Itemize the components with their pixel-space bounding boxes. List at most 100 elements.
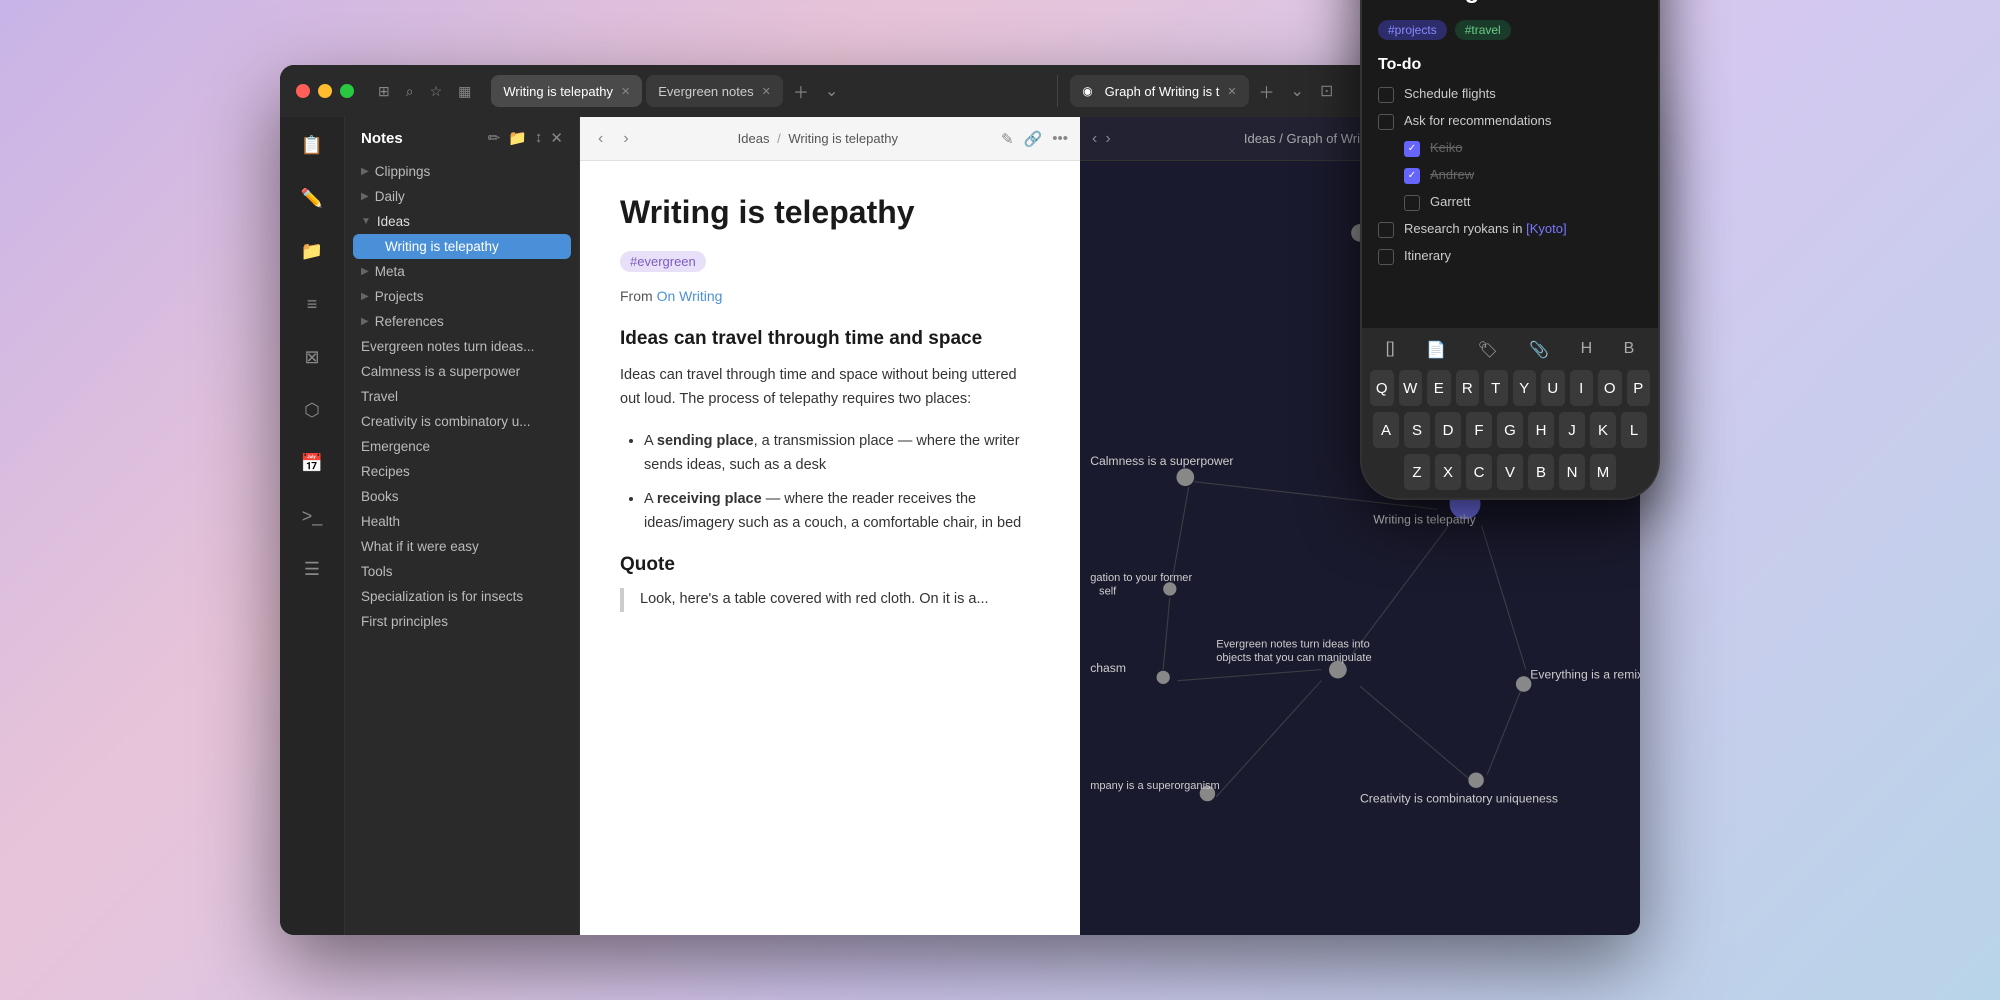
sidebar-item-ideas[interactable]: ▼ Ideas (345, 209, 579, 234)
key-r[interactable]: R (1456, 370, 1480, 406)
format-doc-btn[interactable]: 📄 (1418, 336, 1454, 364)
sort-action[interactable]: ↕ (535, 129, 543, 147)
format-bracket-btn[interactable]: [] (1378, 336, 1403, 364)
tab-evergreen-notes[interactable]: Evergreen notes ✕ (646, 75, 783, 107)
list-icon[interactable]: ☰ (298, 553, 326, 586)
list-item-evergreen[interactable]: Evergreen notes turn ideas... (345, 334, 579, 359)
list-item-creativity[interactable]: Creativity is combinatory u... (345, 409, 579, 434)
key-e[interactable]: E (1427, 370, 1451, 406)
key-y[interactable]: Y (1513, 370, 1537, 406)
key-o[interactable]: O (1598, 370, 1622, 406)
key-d[interactable]: D (1435, 412, 1461, 448)
key-j[interactable]: J (1559, 412, 1585, 448)
graph-forward-button[interactable]: › (1105, 130, 1110, 148)
tab-close-graph-icon[interactable]: ✕ (1227, 85, 1236, 98)
breadcrumb-parent[interactable]: Ideas (738, 131, 770, 146)
list-item-travel[interactable]: Travel (345, 384, 579, 409)
fullscreen-button[interactable] (340, 84, 354, 98)
list-item-what-if[interactable]: What if it were easy (345, 534, 579, 559)
todo-checkbox-andrew[interactable]: ✓ (1404, 168, 1420, 184)
sort-icon[interactable]: ≡ (301, 288, 324, 321)
list-item-health[interactable]: Health (345, 509, 579, 534)
node-calmness[interactable] (1176, 468, 1194, 486)
list-item-emergence[interactable]: Emergence (345, 434, 579, 459)
list-item-recipes[interactable]: Recipes (345, 459, 579, 484)
minimize-button[interactable] (318, 84, 332, 98)
todo-item-andrew[interactable]: ✓ Andrew (1404, 167, 1642, 184)
search-icon[interactable]: ⌕ (406, 83, 414, 100)
key-q[interactable]: Q (1370, 370, 1394, 406)
key-k[interactable]: K (1590, 412, 1616, 448)
format-tag-btn[interactable]: 🏷 (1469, 336, 1505, 364)
sidebar-toggle-icon[interactable]: ⊞ (378, 83, 390, 100)
sidebar-item-references[interactable]: ▶ References (345, 309, 579, 334)
key-c[interactable]: C (1466, 454, 1492, 490)
format-attach-btn[interactable]: 📎 (1521, 336, 1557, 364)
terminal-icon[interactable]: >_ (296, 500, 329, 533)
todo-checkbox-garrett[interactable] (1404, 195, 1420, 211)
node-former-self[interactable] (1163, 582, 1176, 595)
todo-item-ryokans[interactable]: Research ryokans in [Kyoto] (1378, 221, 1642, 238)
key-h[interactable]: H (1528, 412, 1554, 448)
key-n[interactable]: N (1559, 454, 1585, 490)
tab-chevron-icon[interactable]: ⌄ (819, 77, 844, 105)
node-creativity[interactable] (1468, 772, 1483, 787)
list-item-first-principles[interactable]: First principles (345, 609, 579, 634)
key-u[interactable]: U (1541, 370, 1565, 406)
graph-panel-toggle[interactable]: ⊡ (1314, 77, 1339, 105)
key-g[interactable]: G (1497, 412, 1523, 448)
graph-tab-chevron[interactable]: ⌄ (1285, 77, 1310, 105)
todo-item-keiko[interactable]: ✓ Keiko (1404, 140, 1642, 157)
key-s[interactable]: S (1404, 412, 1430, 448)
new-note-action[interactable]: ✏ (488, 129, 501, 147)
tab-writing-telepathy[interactable]: Writing is telepathy ✕ (491, 75, 642, 107)
phone-content[interactable]: 2023 Japan Trip Planning #projects #trav… (1362, 0, 1658, 328)
graph-back-button[interactable]: ‹ (1092, 130, 1097, 148)
link-icon[interactable]: 🔗 (1024, 130, 1043, 148)
key-p[interactable]: P (1627, 370, 1651, 406)
bookmark-icon[interactable]: ☆ (430, 83, 443, 100)
sidebar-item-daily[interactable]: ▶ Daily (345, 184, 579, 209)
sidebar-item-projects[interactable]: ▶ Projects (345, 284, 579, 309)
key-a[interactable]: A (1373, 412, 1399, 448)
folder-icon[interactable]: 📁 (295, 235, 329, 268)
todo-checkbox-recommendations[interactable] (1378, 114, 1394, 130)
graph-tab-add[interactable]: ＋ (1253, 75, 1281, 107)
format-bold-btn[interactable]: B (1616, 336, 1643, 364)
list-item-specialization[interactable]: Specialization is for insects (345, 584, 579, 609)
key-w[interactable]: W (1399, 370, 1423, 406)
menu-icon[interactable]: ⊠ (298, 341, 325, 374)
new-note-icon[interactable]: ✏️ (295, 182, 329, 215)
todo-item-garrett[interactable]: Garrett (1404, 194, 1642, 211)
sidebar-item-meta[interactable]: ▶ Meta (345, 259, 579, 284)
forward-button[interactable]: › (617, 126, 634, 152)
todo-checkbox-ryokans[interactable] (1378, 222, 1394, 238)
todo-checkbox-flights[interactable] (1378, 87, 1394, 103)
node-chasm[interactable] (1157, 671, 1170, 684)
close-button[interactable] (296, 84, 310, 98)
key-x[interactable]: X (1435, 454, 1461, 490)
todo-item-flights[interactable]: Schedule flights (1378, 86, 1642, 103)
list-item-calmness[interactable]: Calmness is a superpower (345, 359, 579, 384)
key-f[interactable]: F (1466, 412, 1492, 448)
todo-checkbox-keiko[interactable]: ✓ (1404, 141, 1420, 157)
close-panel-action[interactable]: ✕ (550, 129, 563, 147)
tab-add-button[interactable]: ＋ (787, 75, 815, 107)
calendar-icon[interactable]: 📅 (295, 447, 329, 480)
node-remix[interactable] (1516, 676, 1531, 691)
tab-close-icon[interactable]: ✕ (762, 85, 771, 98)
notes-icon[interactable]: 📋 (295, 129, 329, 162)
edit-icon[interactable]: ✎ (1001, 130, 1014, 148)
todo-item-recommendations[interactable]: Ask for recommendations (1378, 113, 1642, 130)
more-icon[interactable]: ••• (1052, 130, 1068, 148)
format-heading-btn[interactable]: H (1573, 336, 1601, 364)
list-item-tools[interactable]: Tools (345, 559, 579, 584)
tag-badge[interactable]: #evergreen (620, 251, 706, 272)
tag-travel[interactable]: #travel (1455, 20, 1511, 40)
todo-item-itinerary[interactable]: Itinerary (1378, 248, 1642, 265)
sidebar-item-writing-telepathy[interactable]: Writing is telepathy (353, 234, 571, 259)
tab-close-icon[interactable]: ✕ (621, 85, 630, 98)
sidebar-item-clippings[interactable]: ▶ Clippings (345, 159, 579, 184)
key-t[interactable]: T (1484, 370, 1508, 406)
key-b[interactable]: B (1528, 454, 1554, 490)
